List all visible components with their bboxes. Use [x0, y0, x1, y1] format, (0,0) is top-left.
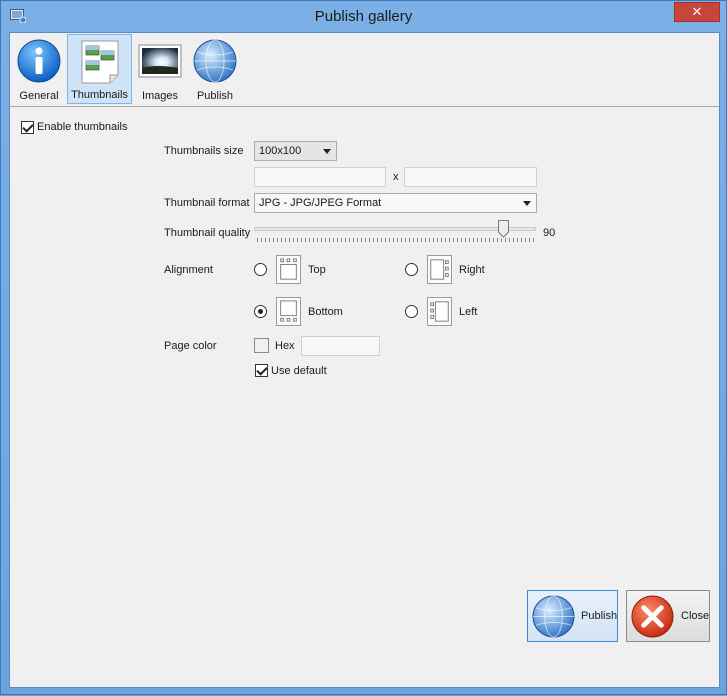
globe-icon — [532, 595, 575, 638]
custom-width-input[interactable] — [254, 167, 386, 187]
alignment-top-label: Top — [308, 264, 326, 276]
enable-thumbnails-label: Enable thumbnails — [37, 121, 128, 133]
thumbnail-format-select[interactable]: JPG - JPG/JPEG Format — [254, 193, 537, 213]
size-separator: x — [393, 171, 399, 183]
align-right-icon — [427, 255, 452, 284]
page-color-swatch[interactable] — [254, 338, 269, 353]
publish-gallery-window: Publish gallery ✕ General Thumbnails Ima… — [0, 0, 727, 695]
align-top-icon — [276, 255, 301, 284]
alignment-left-radio[interactable] — [405, 305, 418, 318]
thumbnail-format-label: Thumbnail format — [164, 197, 250, 209]
enable-thumbnails-checkbox[interactable] — [21, 121, 34, 134]
publish-button[interactable]: Publish — [527, 590, 618, 642]
thumbnail-quality-label: Thumbnail quality — [164, 227, 251, 239]
alignment-bottom-label: Bottom — [308, 306, 343, 318]
publish-button-label: Publish — [581, 610, 618, 622]
chevron-down-icon — [323, 149, 331, 154]
thumbnails-size-select[interactable]: 100x100 — [254, 141, 337, 161]
custom-height-input[interactable] — [404, 167, 537, 187]
thumbnails-size-label: Thumbnails size — [164, 145, 244, 157]
content-panel: Enable thumbnails Thumbnails size 100x10… — [1, 1, 727, 696]
close-button[interactable]: Close — [626, 590, 710, 642]
use-default-checkbox[interactable] — [255, 364, 268, 377]
thumbnail-format-value: JPG - JPG/JPEG Format — [259, 197, 382, 209]
alignment-right-label: Right — [459, 264, 485, 276]
slider-ticks — [257, 238, 534, 242]
dialog-client-area: General Thumbnails Images Publish Enable… — [9, 32, 720, 688]
alignment-top-radio[interactable] — [254, 263, 267, 276]
slider-thumb[interactable] — [497, 220, 509, 238]
use-default-label: Use default — [271, 365, 327, 377]
alignment-bottom-radio[interactable] — [254, 305, 267, 318]
alignment-left-label: Left — [459, 306, 478, 318]
alignment-right-radio[interactable] — [405, 263, 418, 276]
hex-label: Hex — [275, 340, 295, 352]
close-button-label: Close — [681, 610, 710, 622]
page-color-label: Page color — [164, 340, 217, 352]
align-bottom-icon — [276, 297, 301, 326]
chevron-down-icon — [523, 201, 531, 206]
thumbnail-quality-slider[interactable] — [254, 227, 536, 231]
close-icon — [631, 595, 674, 638]
thumbnail-quality-value: 90 — [543, 227, 556, 239]
alignment-label: Alignment — [164, 264, 213, 276]
thumbnails-size-value: 100x100 — [259, 145, 302, 157]
hex-input[interactable] — [301, 336, 380, 356]
align-left-icon — [427, 297, 452, 326]
